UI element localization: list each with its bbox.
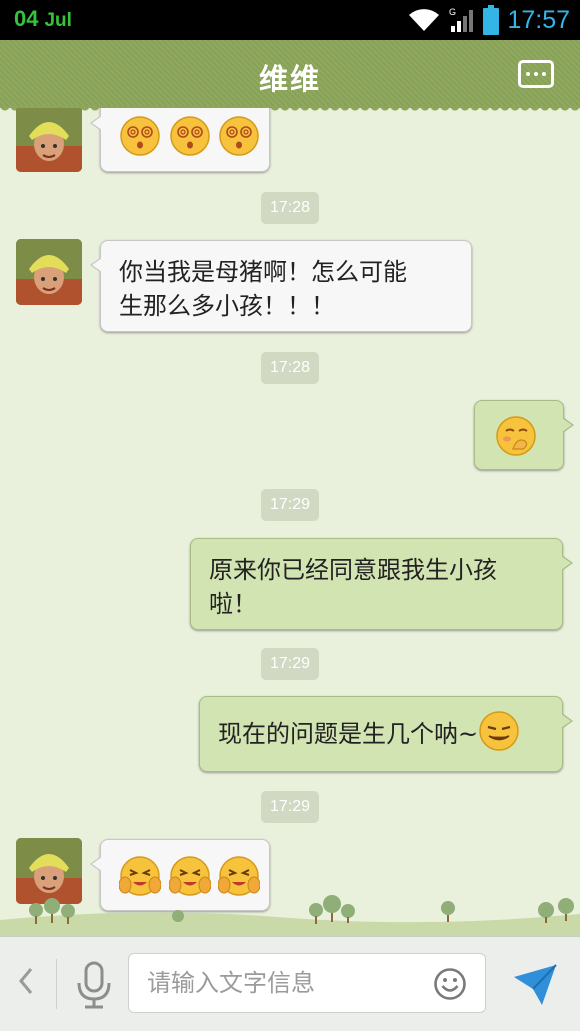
- dizzy-face-icon: [169, 115, 211, 157]
- more-icon-dot: [534, 72, 538, 76]
- message-text-line: 啦！: [209, 590, 257, 618]
- title-bar: 维维: [0, 40, 580, 108]
- chat-title: 维维: [258, 62, 321, 96]
- signal-icon: G: [449, 6, 475, 34]
- message-input-field[interactable]: [128, 953, 486, 1013]
- contact-avatar[interactable]: [16, 239, 82, 305]
- status-icons: G 17:57: [407, 4, 570, 36]
- send-button[interactable]: [512, 963, 558, 1007]
- more-icon-dot: [542, 72, 546, 76]
- message-timestamp: 17:29: [261, 489, 319, 521]
- emoji-picker-button[interactable]: [433, 967, 467, 1001]
- smiley-icon: [434, 968, 466, 1000]
- message-timestamp: 17:28: [261, 352, 319, 384]
- chat-area[interactable]: 17:28 你当我是母猪啊！怎么可能 生那么多小孩！！！ 17:28 17:29…: [0, 108, 580, 936]
- contact-avatar[interactable]: [16, 108, 82, 172]
- outgoing-message[interactable]: [474, 400, 574, 470]
- message-input[interactable]: [147, 954, 417, 1012]
- microphone-icon: [77, 961, 111, 1009]
- voice-input-button[interactable]: [74, 961, 114, 1011]
- background-scenery: [0, 890, 580, 936]
- chevron-left-icon[interactable]: [18, 967, 34, 1003]
- more-button[interactable]: [518, 60, 554, 88]
- status-bar: 04 Jul G 17:57: [0, 0, 580, 40]
- dizzy-face-icon: [119, 115, 161, 157]
- send-icon: [514, 964, 557, 1005]
- message-timestamp: 17:29: [261, 791, 319, 823]
- shy-face-icon: [495, 415, 537, 457]
- wifi-icon: [407, 7, 441, 33]
- dizzy-face-icon: [218, 115, 260, 157]
- svg-text:G: G: [449, 7, 456, 17]
- message-text: 现在的问题是生几个呐~: [218, 711, 520, 751]
- battery-icon: [483, 5, 500, 35]
- message-text-line: 原来你已经同意跟我生小孩: [209, 556, 497, 584]
- smirk-face-icon: [478, 710, 520, 752]
- status-time: 17:57: [507, 5, 570, 34]
- divider: [56, 959, 57, 1009]
- message-text-line: 生那么多小孩！！！: [119, 292, 335, 320]
- outgoing-message[interactable]: 原来你已经同意跟我生小孩 啦！: [190, 538, 573, 630]
- outgoing-message[interactable]: 现在的问题是生几个呐~: [199, 696, 573, 772]
- message-text-line: 你当我是母猪啊！怎么可能: [119, 258, 407, 286]
- message-text-line: 现在的问题是生几个呐~: [218, 720, 479, 748]
- input-bar: [0, 936, 580, 1031]
- status-month: Jul: [44, 10, 72, 31]
- message-timestamp: 17:28: [261, 192, 319, 224]
- incoming-message[interactable]: 你当我是母猪啊！怎么可能 生那么多小孩！！！: [90, 240, 472, 332]
- more-icon: [526, 72, 530, 76]
- status-date: 04 Jul: [14, 6, 72, 32]
- message-timestamp: 17:29: [261, 648, 319, 680]
- incoming-message[interactable]: [90, 108, 270, 172]
- status-day: 04: [14, 6, 39, 31]
